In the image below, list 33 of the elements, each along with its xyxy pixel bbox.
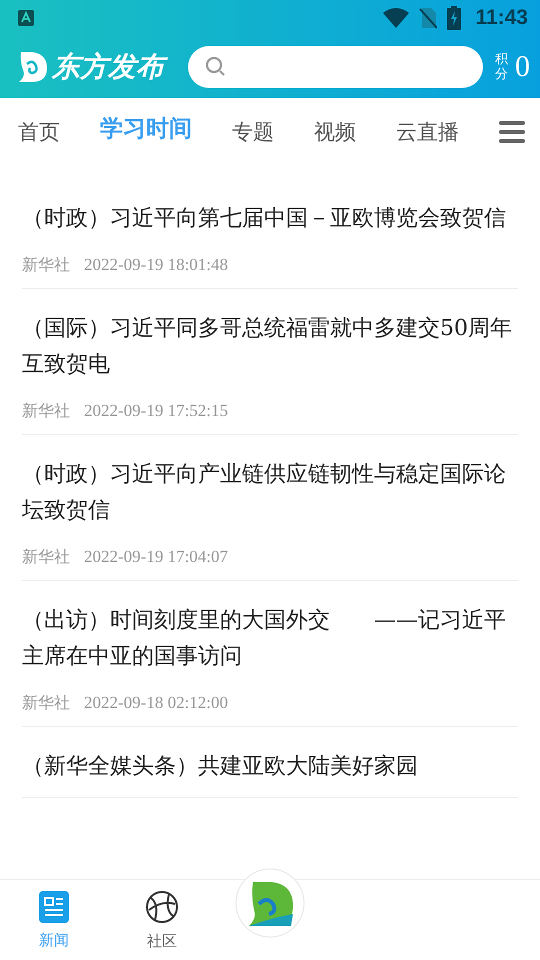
tab[interactable]: 专题 (232, 118, 274, 146)
notification-icon (18, 10, 34, 26)
tab[interactable]: 首页 (18, 118, 60, 146)
no-sim-icon (419, 7, 438, 29)
news-headline[interactable]: （时政）习近平向产业链供应链韧性与稳定国际论坛致贺信 (22, 457, 518, 529)
news-time: 2022-09-19 17:52:15 (84, 401, 228, 422)
news-source: 新华社 (22, 255, 70, 276)
news-headline[interactable]: （新华全媒头条）共建亚欧大陆美好家园 (22, 749, 518, 785)
search-icon (205, 56, 227, 78)
news-headline[interactable]: （时政）习近平向第七届中国－亚欧博览会致贺信 (22, 201, 518, 237)
news-source: 新华社 (22, 401, 70, 422)
news-source: 新华社 (22, 547, 70, 568)
wifi-icon (383, 8, 410, 28)
orbit-icon[interactable] (145, 890, 179, 924)
newspaper-icon[interactable] (39, 890, 69, 922)
search-field[interactable] (188, 46, 483, 88)
status-time: 11:43 (475, 6, 528, 30)
nav-label[interactable]: 社区 (147, 932, 177, 950)
logo-icon (18, 50, 48, 84)
news-time: 2022-09-18 02:12:00 (84, 693, 228, 714)
menu-icon[interactable] (499, 120, 525, 142)
battery-icon (447, 6, 462, 30)
news-source: 新华社 (22, 693, 70, 714)
news-time: 2022-09-19 18:01:48 (84, 255, 228, 276)
logo-text: 东方发布 (50, 47, 170, 87)
news-time: 2022-09-19 17:04:07 (84, 547, 228, 568)
tab[interactable]: 云直播 (396, 118, 459, 146)
news-headline[interactable]: （国际）习近平同多哥总统福雷就中多建交50周年互致贺电 (22, 311, 518, 383)
tab[interactable]: 视频 (314, 118, 356, 146)
points-value: 0 (515, 50, 530, 84)
news-headline[interactable]: （出访）时间刻度里的大国外交 ——记习近平主席在中亚的国事访问 (22, 603, 518, 675)
logo-button[interactable] (235, 868, 305, 938)
points-label: 积分 (495, 52, 509, 82)
